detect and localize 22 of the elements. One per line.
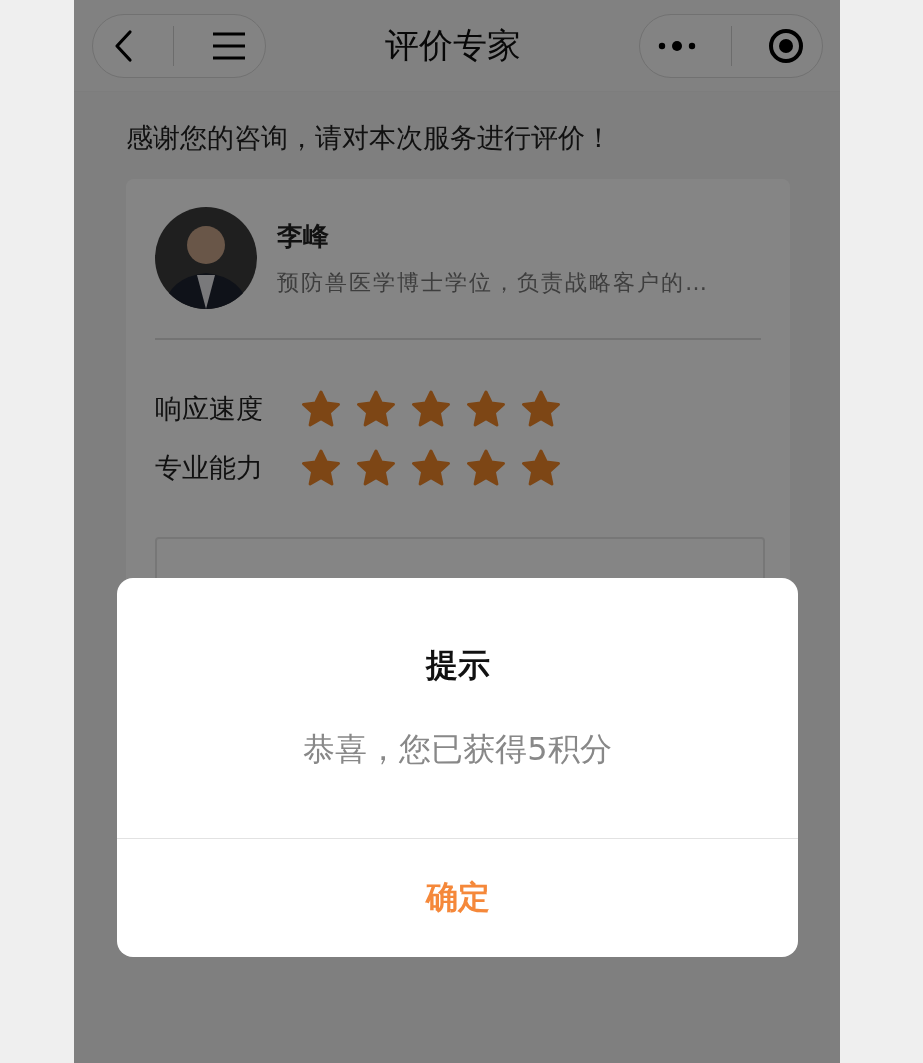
intro-text: 感谢您的咨询，请对本次服务进行评价！ xyxy=(126,121,613,155)
dialog-title: 提示 xyxy=(425,645,490,686)
star-icon[interactable] xyxy=(466,449,506,487)
page-title: 评价专家 xyxy=(384,23,521,67)
star-icon[interactable] xyxy=(301,390,341,428)
star-icon[interactable] xyxy=(411,449,451,487)
star-icon[interactable] xyxy=(301,449,341,487)
star-icon[interactable] xyxy=(356,390,396,428)
expert-description: 预防兽医学博士学位，负责战略客户的… xyxy=(277,268,709,297)
dialog-message: 恭喜，您已获得5积分 xyxy=(303,729,612,770)
menu-icon[interactable] xyxy=(212,31,247,60)
star-icon[interactable] xyxy=(411,390,451,428)
confirm-button[interactable]: 确定 xyxy=(117,839,798,957)
rating-label: 专业能力 xyxy=(155,451,263,485)
expert-name: 李峰 xyxy=(277,219,330,253)
star-icon[interactable] xyxy=(521,390,561,428)
more-icon[interactable] xyxy=(657,39,696,52)
target-icon[interactable] xyxy=(768,27,805,64)
star-icon[interactable] xyxy=(466,390,506,428)
star-icon[interactable] xyxy=(356,449,396,487)
rating-label: 响应速度 xyxy=(155,392,263,426)
star-icon[interactable] xyxy=(521,449,561,487)
